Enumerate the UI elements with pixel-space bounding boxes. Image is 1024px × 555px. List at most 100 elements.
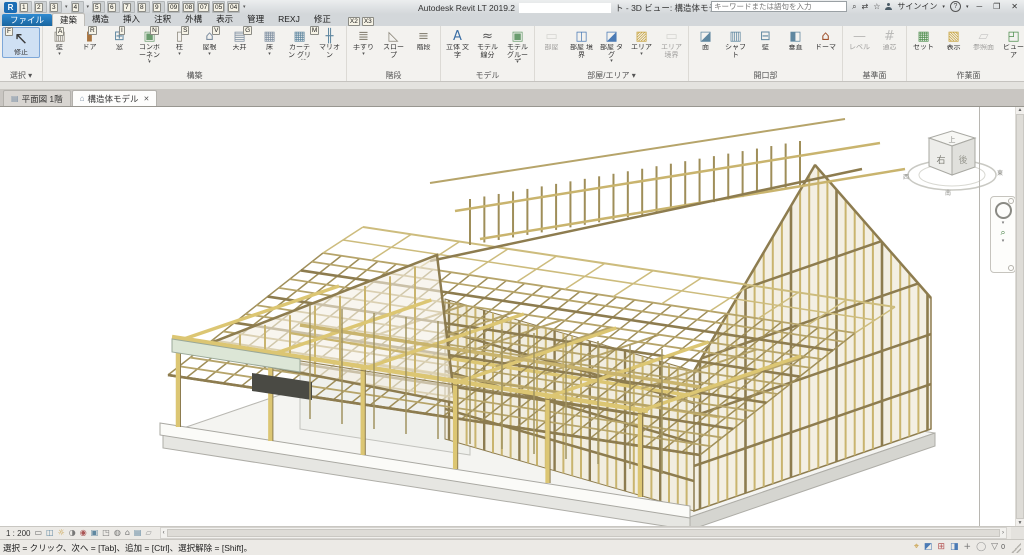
view-tab-構造体モデル[interactable]: ⌂構造体モデル✕ bbox=[72, 90, 158, 106]
background-processes-icon[interactable]: ◯ bbox=[976, 542, 986, 553]
dropdown-icon[interactable]: ▾ bbox=[148, 60, 151, 64]
restore-button[interactable]: ❐ bbox=[990, 2, 1003, 11]
model-3d-view[interactable]: 上右後西南東 bbox=[0, 107, 1015, 526]
button-ビューア[interactable]: ◰ビューア bbox=[999, 27, 1024, 60]
tab-file[interactable]: ファイル F bbox=[2, 14, 52, 26]
selection-filter-icon[interactable]: ▽ bbox=[991, 542, 998, 553]
qat-button-5[interactable]: 5 bbox=[92, 1, 105, 13]
view-tab-平面図 1階[interactable]: ▤平面図 1階 bbox=[3, 90, 71, 106]
temporary-hide-isolate-icon[interactable]: ⌂ bbox=[125, 528, 130, 538]
drag-elements-on-selection-icon[interactable]: + bbox=[964, 542, 972, 553]
navbar-dot-top[interactable] bbox=[1008, 198, 1014, 204]
tab-建築[interactable]: 建築A bbox=[52, 13, 85, 26]
dropdown-icon[interactable]: ▾ bbox=[610, 59, 613, 63]
select-links-icon[interactable]: ⌖ bbox=[914, 542, 919, 553]
dropdown-icon[interactable]: ▾ bbox=[362, 52, 365, 56]
steering-wheel-icon[interactable] bbox=[995, 202, 1012, 219]
button-表示[interactable]: ▧表示 bbox=[939, 27, 968, 53]
help-search-input[interactable] bbox=[711, 1, 847, 12]
qat-button-8[interactable]: 8 bbox=[137, 1, 150, 13]
select-underlay-elements-icon[interactable]: ◩ bbox=[924, 542, 933, 553]
tab-外構[interactable]: 外構S bbox=[178, 13, 209, 25]
horizontal-scroll-thumb[interactable] bbox=[167, 529, 1000, 537]
temporary-view-properties-icon[interactable]: ▱ bbox=[145, 528, 151, 538]
button-床[interactable]: ▦床▾ bbox=[255, 27, 284, 57]
show-crop-region-icon[interactable]: ◳ bbox=[102, 528, 110, 538]
tab-表示[interactable]: 表示V bbox=[209, 13, 240, 25]
qat-button-6[interactable]: 6 bbox=[107, 1, 120, 13]
tab-注釈[interactable]: 注釈N bbox=[147, 13, 178, 25]
scroll-down-icon[interactable]: ▼ bbox=[1018, 520, 1023, 526]
help-dropdown-icon[interactable]: ▾ bbox=[966, 2, 969, 12]
dropdown-icon[interactable]: ▾ bbox=[58, 52, 61, 56]
button-セット[interactable]: ▦セット bbox=[909, 27, 938, 53]
button-部屋 タグ[interactable]: ◪部屋 タグ▾ bbox=[597, 27, 626, 64]
crop-view-icon[interactable]: ▣ bbox=[91, 528, 99, 538]
qat-button-3[interactable]: 3 bbox=[49, 1, 62, 13]
dropdown-icon[interactable]: ▾ bbox=[640, 52, 643, 56]
dropdown-icon[interactable]: ▾ bbox=[516, 60, 519, 64]
button-マリオン[interactable]: ╫マリオン bbox=[315, 27, 344, 60]
qat-button-09[interactable]: 09 bbox=[167, 1, 180, 13]
panel-label-選択[interactable]: 選択 ▾ bbox=[2, 70, 40, 81]
viewcube[interactable]: 上右後西南東 bbox=[903, 131, 1003, 197]
visual-style-icon[interactable]: ◫ bbox=[46, 528, 54, 538]
panel-label-部屋/エリア[interactable]: 部屋/エリア ▾ bbox=[537, 70, 686, 81]
dropdown-icon[interactable]: ▾ bbox=[208, 52, 211, 56]
close-button[interactable]: ✕ bbox=[1008, 2, 1021, 11]
button-壁[interactable]: ⊟壁 bbox=[751, 27, 780, 53]
signin-dropdown-icon[interactable]: ▾ bbox=[942, 2, 945, 12]
select-pinned-elements-icon[interactable]: ⊞ bbox=[937, 542, 945, 553]
render-dialog-icon[interactable]: ◉ bbox=[80, 528, 87, 538]
qat-button-08[interactable]: 08 bbox=[182, 1, 195, 13]
search-icon[interactable]: ⌕ bbox=[852, 2, 856, 12]
qat-button-4[interactable]: 4 bbox=[71, 1, 84, 13]
button-手すり[interactable]: ≣手すり▾ bbox=[349, 27, 378, 57]
select-elements-by-face-icon[interactable]: ◨ bbox=[950, 542, 959, 553]
horizontal-scrollbar[interactable]: ‹ › bbox=[160, 527, 1007, 539]
reveal-hidden-elements-icon[interactable]: ▤ bbox=[134, 528, 142, 538]
qat-dropdown-icon[interactable]: ▾ bbox=[65, 4, 68, 10]
button-立体 文字[interactable]: A立体 文字 bbox=[443, 27, 472, 60]
scroll-right-icon[interactable]: › bbox=[1000, 530, 1006, 536]
qat-dropdown-icon[interactable]: ▾ bbox=[87, 4, 90, 10]
drawing-area[interactable]: 上右後西南東 ▾ ⌕ ▾ ▲ ▼ bbox=[0, 106, 1024, 526]
view-scale[interactable]: 1 : 200 bbox=[6, 529, 30, 538]
button-ドーマ[interactable]: ⌂ドーマ bbox=[811, 27, 840, 53]
wheel-dropdown-icon[interactable]: ▾ bbox=[1002, 221, 1005, 225]
button-スロープ[interactable]: ◺スロープ bbox=[379, 27, 408, 60]
button-階段[interactable]: ≡階段 bbox=[409, 27, 438, 53]
button-柱[interactable]: ▯柱▾ bbox=[165, 27, 194, 57]
tab-挿入[interactable]: 挿入I bbox=[116, 13, 147, 25]
button-エリア[interactable]: ▨エリア▾ bbox=[627, 27, 656, 57]
button-垂直[interactable]: ◧垂直 bbox=[781, 27, 810, 53]
qat-button-2[interactable]: 2 bbox=[34, 1, 47, 13]
detail-level-icon[interactable]: ▭ bbox=[34, 528, 42, 538]
zoom-dropdown-icon[interactable]: ▾ bbox=[1002, 239, 1005, 243]
tab-管理[interactable]: 管理G bbox=[240, 13, 271, 25]
button-シャフト[interactable]: ▥シャフト bbox=[721, 27, 750, 60]
dropdown-icon[interactable]: ▾ bbox=[268, 52, 271, 56]
tab-REXJ[interactable]: REXJ bbox=[271, 13, 307, 25]
help-icon[interactable]: ? bbox=[950, 1, 961, 12]
shadows-icon[interactable]: ◑ bbox=[69, 528, 76, 538]
qat-button-04[interactable]: 04 bbox=[227, 1, 240, 13]
button-面[interactable]: ◪面 bbox=[691, 27, 720, 53]
button-部屋 境界[interactable]: ◫部屋 境界 bbox=[567, 27, 596, 60]
favorites-icon[interactable]: ☆ bbox=[873, 2, 880, 12]
button-モデル 線分[interactable]: ≈モデル 線分 bbox=[473, 27, 502, 60]
vertical-scrollbar[interactable]: ▲ ▼ bbox=[1015, 107, 1024, 526]
scroll-up-icon[interactable]: ▲ bbox=[1018, 107, 1023, 113]
minimize-button[interactable]: ─ bbox=[973, 2, 985, 11]
tab-修正[interactable]: 修正M bbox=[307, 13, 338, 25]
vertical-scroll-thumb[interactable] bbox=[1016, 114, 1024, 519]
button-モデル グループ[interactable]: ▣モデル グループ▾ bbox=[503, 27, 532, 65]
lock-3d-view-icon[interactable]: ◍ bbox=[114, 528, 121, 538]
navbar-dot-bottom[interactable] bbox=[1008, 265, 1014, 271]
sun-path-icon[interactable]: ☼ bbox=[58, 528, 65, 538]
qat-button-7[interactable]: 7 bbox=[122, 1, 135, 13]
user-icon[interactable] bbox=[885, 3, 892, 10]
sign-in-button[interactable]: サインイン bbox=[897, 1, 937, 12]
dropdown-icon[interactable]: ▾ bbox=[178, 52, 181, 56]
zoom-icon[interactable]: ⌕ bbox=[1000, 227, 1005, 237]
